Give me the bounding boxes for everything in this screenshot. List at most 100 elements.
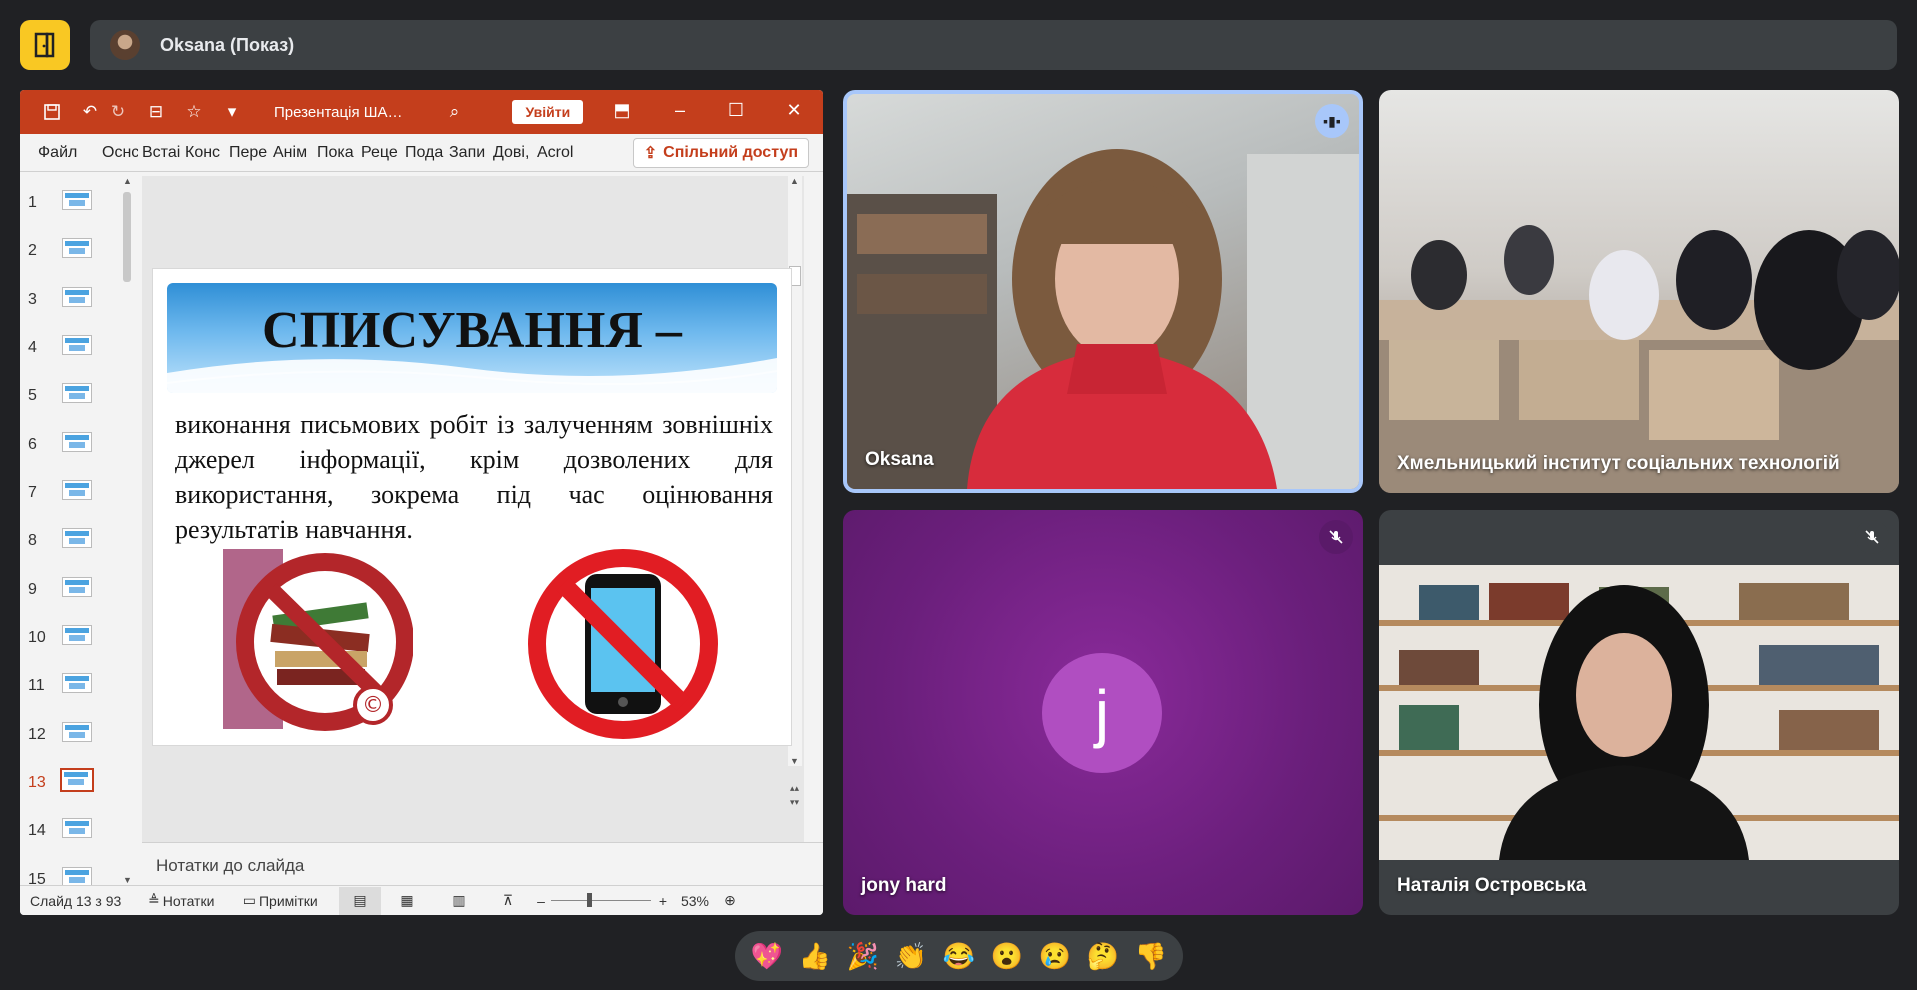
share-icon: ⇪	[643, 145, 658, 162]
notes-icon[interactable]: ≜	[148, 892, 160, 909]
slide-thumbnail[interactable]: 5	[20, 383, 120, 427]
reaction-heart-button[interactable]: 💖	[747, 936, 787, 976]
slide-thumbnail[interactable]: 6	[20, 432, 120, 476]
customize-toolbar-icon[interactable]: ▾	[220, 100, 244, 124]
redo-icon[interactable]: ↻	[106, 100, 130, 124]
slide-thumbnail[interactable]: 4	[20, 335, 120, 379]
fit-to-window-icon[interactable]: ⊕	[715, 892, 745, 909]
reading-view-icon[interactable]: ▥	[433, 892, 485, 909]
reaction-sad-button[interactable]: 😢	[1035, 936, 1075, 976]
search-icon[interactable]: ⌕	[442, 100, 466, 124]
scroll-up-icon[interactable]: ▲	[790, 176, 799, 186]
speaking-indicator-icon: ▪▮▪	[1315, 104, 1349, 138]
slide-thumbnail[interactable]: 10	[20, 625, 120, 669]
scroll-thumb[interactable]	[123, 192, 131, 282]
tab-design[interactable]: Конс	[181, 144, 225, 162]
thumb-number: 3	[28, 291, 37, 308]
thumb-image	[62, 190, 92, 210]
tab-record[interactable]: Запи	[445, 144, 489, 162]
zoom-out-icon[interactable]: –	[531, 893, 551, 909]
close-icon[interactable]: ✕	[782, 100, 806, 121]
video-tile-room[interactable]: Хмельницький інститут соціальних техноло…	[1379, 90, 1899, 493]
notes-toggle[interactable]: Нотатки	[163, 893, 243, 909]
participant-name: Хмельницький інститут соціальних техноло…	[1397, 453, 1840, 474]
reaction-thumbs-down-button[interactable]: 👎	[1131, 936, 1171, 976]
document-title: Презентація ША…	[274, 103, 403, 121]
reaction-thumbs-up-button[interactable]: 👍	[795, 936, 835, 976]
thumbnail-scrollbar[interactable]: ▲ ▼	[120, 176, 134, 885]
comments-icon[interactable]: ▭	[243, 892, 256, 909]
tab-view[interactable]: Пода	[401, 144, 445, 162]
presenter-bar[interactable]: Oksana (Показ)	[90, 20, 1897, 70]
video-tile-oksana[interactable]: ▪▮▪ Oksana	[843, 90, 1363, 493]
presenter-avatar	[110, 30, 140, 60]
reaction-party-button[interactable]: 🎉	[843, 936, 883, 976]
tab-insert[interactable]: Встаі	[138, 144, 181, 162]
slide-thumbnail[interactable]: 7	[20, 480, 120, 524]
prev-next-slide-icon[interactable]: ▴▴ ▾▾	[790, 781, 799, 809]
participant-avatar: j	[1042, 653, 1162, 773]
slide-thumbnail[interactable]: 8	[20, 528, 120, 572]
slide-thumbnail[interactable]: 1	[20, 190, 120, 234]
mic-off-icon	[1855, 520, 1889, 554]
notes-pane[interactable]: Нотатки до слайда	[142, 842, 823, 885]
current-slide[interactable]: СПИСУВАННЯ – виконання письмових робіт і…	[152, 268, 792, 746]
shared-powerpoint-window[interactable]: ↶ ↻ ⊟ ☆ ▾ Презентація ША… ⌕ Увійти ⬒ – ☐…	[20, 90, 823, 915]
reaction-clap-button[interactable]: 👏	[891, 936, 931, 976]
slide-thumbnail[interactable]: 2	[20, 238, 120, 282]
thumb-image	[62, 867, 92, 887]
thumb-number: 2	[28, 242, 37, 259]
maximize-icon[interactable]: ☐	[724, 100, 748, 121]
tab-help[interactable]: Дові,	[489, 144, 533, 162]
thumb-image	[62, 818, 92, 838]
oksana-video-frame	[847, 149, 1359, 489]
thumb-number: 9	[28, 581, 37, 598]
sign-in-button[interactable]: Увійти	[512, 100, 584, 124]
slide-thumbnail[interactable]: 14	[20, 818, 120, 862]
slide-sorter-icon[interactable]: ▦	[381, 892, 433, 909]
slide-thumbnail[interactable]: 12	[20, 722, 120, 766]
slide-thumbnail[interactable]: 9	[20, 577, 120, 621]
comments-toggle[interactable]: Примітки	[259, 893, 339, 909]
thumb-number: 10	[28, 629, 46, 646]
no-phone-icon	[528, 549, 718, 739]
meet-logo-button[interactable]	[20, 20, 70, 70]
video-tile-natalia[interactable]: Наталія Островська	[1379, 510, 1899, 915]
save-icon[interactable]	[40, 100, 64, 124]
tab-acrobat[interactable]: Acrol	[533, 144, 577, 162]
tab-animations[interactable]: Анім	[269, 144, 313, 162]
participant-name: jony hard	[861, 875, 947, 896]
reaction-laugh-button[interactable]: 😂	[939, 936, 979, 976]
scroll-down-icon[interactable]: ▼	[123, 875, 132, 885]
zoom-slider[interactable]	[550, 893, 651, 907]
presenter-name: Oksana (Показ)	[160, 34, 295, 55]
slide-counter: Слайд 13 з 93	[30, 892, 122, 909]
zoom-slider-thumb[interactable]	[586, 893, 592, 907]
tab-file[interactable]: Файл	[20, 144, 98, 162]
ribbon-display-icon[interactable]: ⬒	[610, 100, 634, 121]
tab-transitions[interactable]: Пере	[225, 144, 269, 162]
video-tile-jony[interactable]: j jony hard	[843, 510, 1363, 915]
scroll-down-icon[interactable]: ▼	[790, 756, 799, 766]
reaction-thinking-button[interactable]: 🤔	[1083, 936, 1123, 976]
slideshow-icon[interactable]: ⊼	[485, 892, 531, 909]
reactions-bar: 💖 👍 🎉 👏 😂 😮 😢 🤔 👎	[735, 931, 1183, 981]
reaction-surprised-button[interactable]: 😮	[987, 936, 1027, 976]
undo-icon[interactable]: ↶	[78, 100, 102, 124]
present-icon[interactable]: ⊟	[144, 100, 168, 124]
share-button[interactable]: ⇪ Спільний доступ	[632, 138, 809, 168]
minimize-icon[interactable]: –	[668, 100, 692, 121]
thumb-number: 6	[28, 436, 37, 453]
tab-review[interactable]: Реце	[357, 144, 401, 162]
tab-slideshow[interactable]: Пока	[313, 144, 357, 162]
scroll-up-icon[interactable]: ▲	[123, 176, 132, 186]
favorites-icon[interactable]: ☆	[182, 100, 206, 124]
normal-view-icon[interactable]: ▤	[338, 886, 381, 915]
slide-thumbnail-current[interactable]: 13	[20, 768, 120, 814]
tab-home[interactable]: Оснс	[98, 144, 138, 162]
zoom-in-icon[interactable]: +	[651, 893, 675, 909]
thumb-number: 1	[28, 194, 37, 211]
zoom-level[interactable]: 53%	[675, 893, 715, 909]
slide-thumbnail[interactable]: 11	[20, 673, 120, 717]
slide-thumbnail[interactable]: 3	[20, 287, 120, 331]
